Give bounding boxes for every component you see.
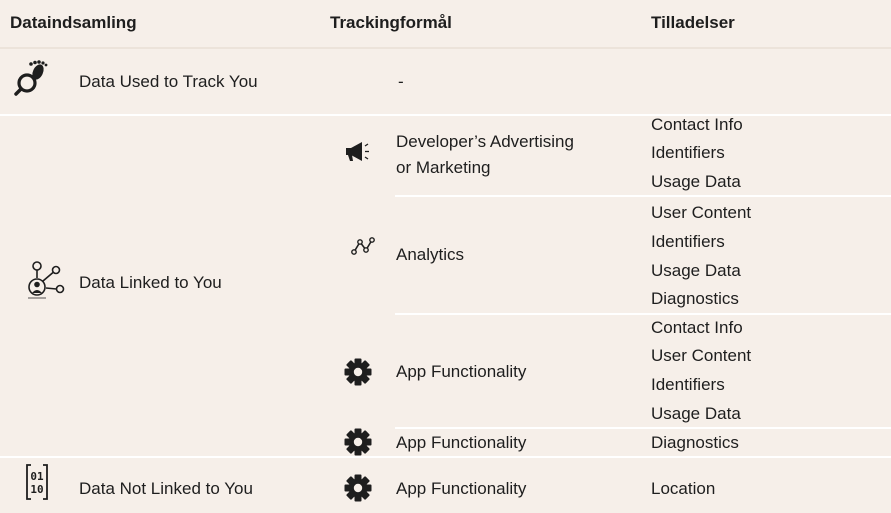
category-data-not-linked-to-you: Data Not Linked to You (79, 479, 253, 498)
permission-item: Contact Info (651, 318, 743, 337)
linked-person-icon (28, 260, 66, 300)
footprint-magnifier-icon (14, 60, 50, 96)
binary-icon-bottom-digits: 10 (30, 483, 43, 496)
tracking-purpose-app-functionality: App Functionality (396, 433, 527, 452)
category-data-used-to-track-you: Data Used to Track You (79, 72, 258, 91)
tracking-purpose-app-functionality: App Functionality (396, 362, 527, 381)
divider (395, 427, 891, 429)
gear-icon (344, 428, 372, 456)
divider (0, 114, 891, 116)
analytics-line-icon (351, 236, 377, 256)
tracking-purpose-advertising-line1: Developer’s Advertising (396, 132, 574, 151)
tracking-purpose-none: - (398, 72, 404, 91)
permission-item: Usage Data (651, 404, 741, 423)
permission-item: Diagnostics (651, 289, 739, 308)
column-header-permissions: Tilladelser (651, 13, 735, 32)
tracking-purpose-advertising-line2: or Marketing (396, 158, 491, 177)
tracking-purpose-analytics: Analytics (396, 245, 465, 264)
category-data-linked-to-you: Data Linked to You (79, 273, 222, 292)
permission-item: Usage Data (651, 261, 741, 280)
divider (395, 195, 891, 197)
divider (0, 456, 891, 458)
permission-item: Usage Data (651, 172, 741, 191)
column-header-tracking-purpose: Trackingformål (330, 13, 452, 32)
divider (0, 47, 891, 49)
permission-item: Location (651, 479, 716, 498)
tracking-purpose-advertising: Developer’s Advertising or Marketing (396, 132, 574, 178)
permission-item: User Content (651, 346, 752, 365)
permission-item: Identifiers (651, 143, 725, 162)
megaphone-icon (345, 141, 371, 163)
permission-item: User Content (651, 203, 752, 222)
tracking-purpose-app-functionality: App Functionality (396, 479, 527, 498)
permission-item: Identifiers (651, 375, 725, 394)
binary-icon: 01 10 (25, 464, 49, 500)
column-header-data-collection: Dataindsamling (10, 13, 137, 32)
gear-icon (344, 474, 372, 502)
permission-item: Contact Info (651, 115, 743, 134)
binary-icon-top-digits: 01 (30, 470, 44, 483)
gear-icon (344, 358, 372, 386)
permission-item: Identifiers (651, 232, 725, 251)
divider (395, 313, 891, 315)
permission-item: Diagnostics (651, 433, 739, 452)
